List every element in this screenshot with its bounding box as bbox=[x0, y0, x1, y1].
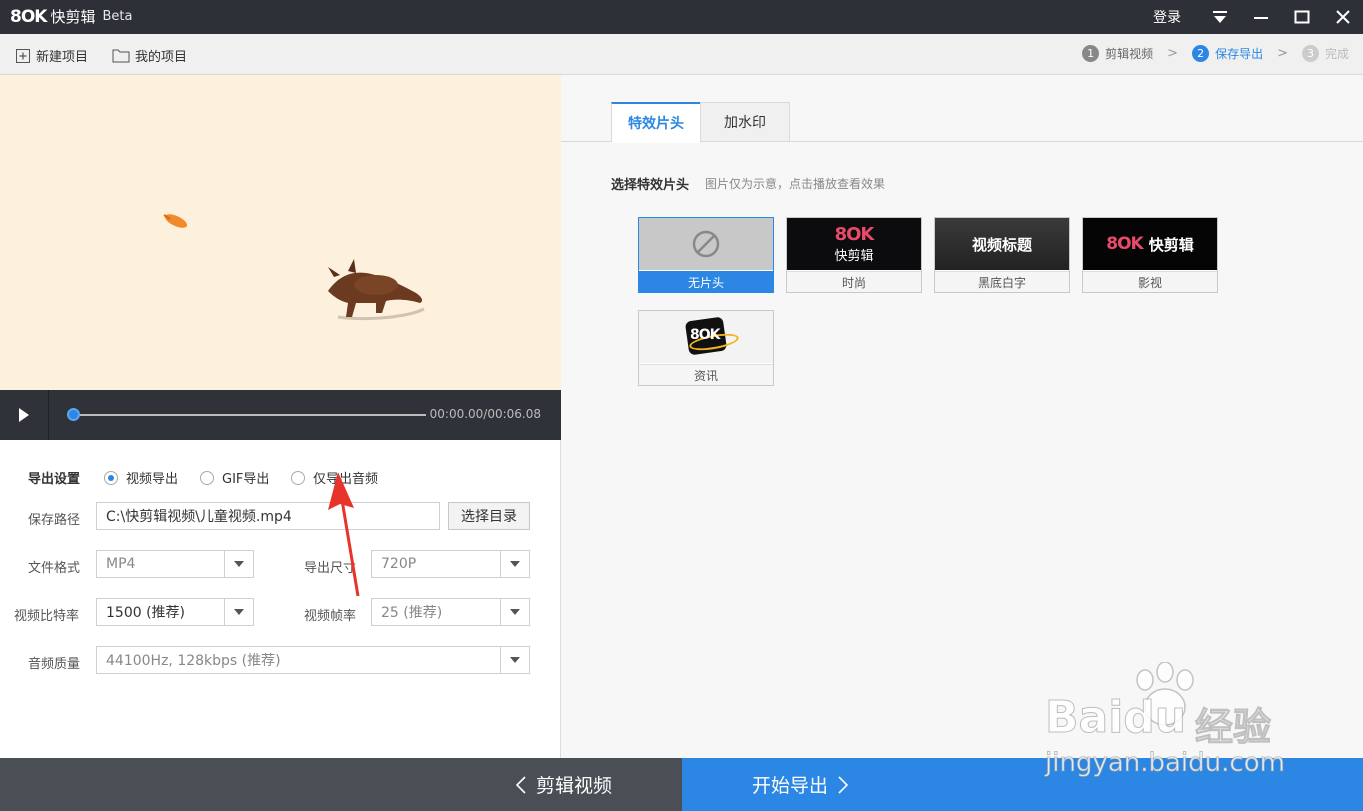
chevron-down-icon bbox=[500, 647, 529, 673]
step-edit-video: 1 剪辑视频 bbox=[1082, 45, 1153, 62]
my-projects-button[interactable]: 我的项目 bbox=[112, 46, 187, 65]
step-indicator: 1 剪辑视频 > 2 保存导出 > 3 完成 bbox=[1082, 45, 1349, 62]
player-controls: 00:00.00/00:06.08 bbox=[0, 390, 561, 440]
preview-frame-image bbox=[163, 214, 425, 321]
file-format-select[interactable]: MP4 bbox=[96, 550, 254, 578]
intro-card-fashion[interactable]: 8OK 快剪辑 时尚 bbox=[786, 217, 922, 293]
video-framerate-select[interactable]: 25 (推荐) bbox=[371, 598, 530, 626]
chevron-right-icon: > bbox=[1167, 46, 1179, 61]
effects-panel: 特效片头 加水印 选择特效片头 图片仅为示意，点击播放查看效果 无片头 8OK … bbox=[561, 75, 1363, 758]
export-size-select[interactable]: 720P bbox=[371, 550, 530, 578]
my-projects-label: 我的项目 bbox=[135, 50, 188, 65]
play-button[interactable] bbox=[0, 390, 49, 440]
close-icon[interactable] bbox=[1322, 0, 1363, 34]
tab-bar: 特效片头 加水印 bbox=[561, 75, 1363, 143]
play-icon bbox=[19, 408, 29, 422]
menu-dropdown-icon[interactable] bbox=[1199, 0, 1240, 34]
plus-square-icon bbox=[16, 48, 30, 63]
login-button[interactable]: 登录 bbox=[1153, 7, 1181, 27]
video-preview bbox=[0, 75, 561, 390]
section-hint: 图片仅为示意，点击播放查看效果 bbox=[705, 177, 886, 191]
progress-knob[interactable] bbox=[67, 408, 80, 421]
no-entry-icon bbox=[692, 230, 720, 258]
new-project-button[interactable]: 新建项目 bbox=[15, 46, 88, 65]
export-size-label: 导出尺寸 bbox=[304, 561, 357, 576]
app-badge: Beta bbox=[102, 9, 133, 24]
title-bar: 8OK 快剪辑 Beta 登录 bbox=[0, 0, 1363, 34]
section-title: 选择特效片头 bbox=[611, 178, 690, 193]
app-name: 快剪辑 bbox=[50, 8, 96, 26]
chevron-down-icon bbox=[224, 551, 253, 577]
progress-track[interactable] bbox=[74, 414, 426, 416]
intro-card-film[interactable]: 8OK 快剪辑 影视 bbox=[1082, 217, 1218, 293]
export-settings: 导出设置 视频导出 GIF导出 仅导出音频 保存路径 C:\快剪辑视频\儿童视频… bbox=[0, 440, 561, 758]
chevron-down-icon bbox=[500, 551, 529, 577]
radio-audio-only-export[interactable]: 仅导出音频 bbox=[291, 468, 378, 487]
radio-video-export[interactable]: 视频导出 bbox=[104, 468, 178, 487]
chevron-right-icon bbox=[838, 775, 849, 794]
back-to-edit-button[interactable]: 剪辑视频 bbox=[0, 758, 682, 811]
time-readout: 00:00.00/00:06.08 bbox=[429, 407, 541, 421]
new-project-label: 新建项目 bbox=[36, 50, 89, 65]
chevron-right-icon: > bbox=[1277, 46, 1288, 61]
video-bitrate-select[interactable]: 1500 (推荐) bbox=[96, 598, 254, 626]
maximize-icon[interactable] bbox=[1281, 0, 1322, 34]
start-export-button[interactable]: 开始导出 bbox=[682, 758, 1363, 811]
app-logo: 8OK 快剪辑 Beta bbox=[10, 6, 132, 27]
logo-mark: 8OK bbox=[690, 327, 720, 343]
step-done: 3 完成 bbox=[1301, 45, 1349, 62]
minimize-icon[interactable] bbox=[1240, 0, 1281, 34]
toolbar: 新建项目 我的项目 1 剪辑视频 > 2 保存导出 > 3 完成 bbox=[0, 34, 1363, 75]
save-path-label: 保存路径 bbox=[28, 513, 81, 528]
logo-mark: 8OK bbox=[10, 6, 47, 27]
export-settings-title: 导出设置 bbox=[28, 472, 81, 487]
chevron-left-icon bbox=[515, 775, 526, 794]
choose-directory-button[interactable]: 选择目录 bbox=[448, 502, 530, 530]
radio-gif-export[interactable]: GIF导出 bbox=[200, 468, 269, 487]
tab-intro-effects[interactable]: 特效片头 bbox=[611, 102, 701, 143]
audio-quality-select[interactable]: 44100Hz, 128kbps (推荐) bbox=[96, 646, 530, 674]
intro-card-black-white[interactable]: 视频标题 黑底白字 bbox=[934, 217, 1070, 293]
bottom-action-bar: 剪辑视频 开始导出 bbox=[0, 758, 1363, 811]
video-framerate-label: 视频帧率 bbox=[304, 609, 357, 624]
audio-quality-label: 音频质量 bbox=[28, 657, 81, 672]
chevron-down-icon bbox=[500, 599, 529, 625]
intro-card-none[interactable]: 无片头 bbox=[638, 217, 774, 293]
save-path-input[interactable]: C:\快剪辑视频\儿童视频.mp4 bbox=[96, 502, 440, 530]
logo-mark: 8OK bbox=[1106, 234, 1143, 254]
tab-watermark[interactable]: 加水印 bbox=[700, 102, 790, 142]
video-bitrate-label: 视频比特率 bbox=[14, 609, 80, 624]
file-format-label: 文件格式 bbox=[28, 561, 81, 576]
step-save-export: 2 保存导出 bbox=[1192, 45, 1263, 62]
logo-mark: 8OK bbox=[834, 224, 875, 245]
chevron-down-icon bbox=[224, 599, 253, 625]
intro-card-news[interactable]: 8OK 资讯 bbox=[638, 310, 774, 386]
folder-icon bbox=[112, 49, 130, 63]
